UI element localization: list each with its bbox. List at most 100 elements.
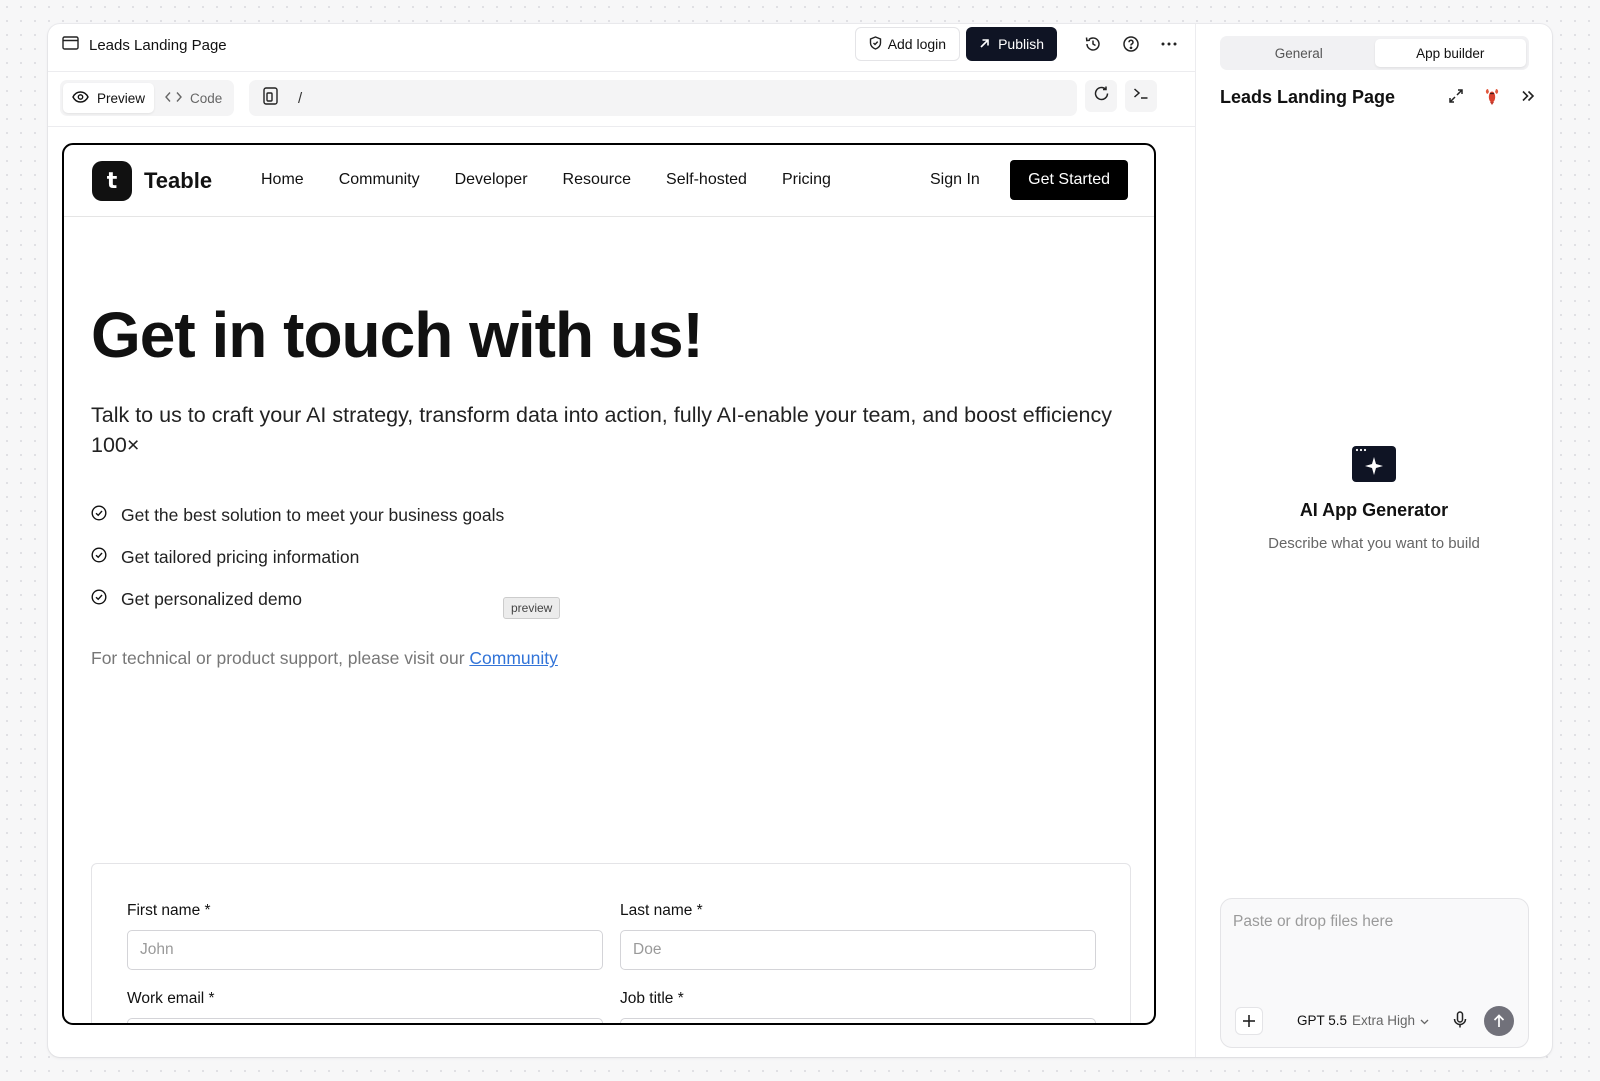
device-icon[interactable]	[263, 87, 278, 109]
help-icon[interactable]	[1115, 28, 1147, 60]
prompt-composer: GPT 5.5 Extra High	[1220, 898, 1529, 1048]
url-bar[interactable]: /	[249, 80, 1077, 116]
send-button[interactable]	[1484, 1006, 1514, 1036]
hero-title: Get in touch with us!	[91, 299, 704, 371]
view-switcher: Preview Code	[60, 80, 235, 116]
chevrons-right-icon[interactable]	[1516, 84, 1540, 108]
ai-empty-state: AI App Generator Describe what you want …	[1196, 446, 1552, 552]
logo-text: Teable	[144, 168, 213, 193]
preview-frame: t Teable Home Community Developer Resour…	[62, 143, 1156, 1025]
publish-label: Publish	[998, 36, 1044, 52]
add-login-label: Add login	[887, 36, 947, 52]
work-email-field: Work email *	[127, 990, 603, 1023]
nav-link-resource[interactable]: Resource	[563, 171, 631, 189]
first-name-input[interactable]	[127, 930, 603, 970]
lobster-icon[interactable]	[1480, 84, 1504, 108]
check-circle-icon	[91, 589, 107, 610]
last-name-input[interactable]	[620, 930, 1096, 970]
preview-tooltip: preview	[503, 597, 561, 619]
tab-app-builder[interactable]: App builder	[1374, 39, 1526, 67]
work-email-label: Work email *	[127, 990, 215, 1007]
shield-icon	[869, 35, 882, 53]
model-name: GPT 5.5	[1297, 1013, 1348, 1028]
model-selector[interactable]: GPT 5.5 Extra High	[1297, 1013, 1429, 1028]
prompt-input[interactable]	[1233, 913, 1519, 983]
benefit-item: Get personalized demo	[91, 578, 1131, 620]
site-navbar: t Teable Home Community Developer Resour…	[64, 145, 1154, 217]
last-name-field: Last name *	[620, 902, 1096, 970]
ai-generator-icon	[1352, 446, 1396, 482]
sign-in-link[interactable]: Sign In	[930, 171, 980, 189]
community-link[interactable]: Community	[469, 648, 558, 668]
work-email-input[interactable]	[127, 1018, 603, 1023]
preview-tab[interactable]: Preview	[63, 83, 155, 113]
job-title-field: Job title *	[620, 990, 1096, 1023]
job-title-input[interactable]	[620, 1018, 1096, 1023]
preview-toolbar: Preview Code /	[48, 72, 1195, 127]
first-name-field: First name *	[127, 902, 603, 970]
builder-panel: General App builder Leads Landing Page A…	[1196, 24, 1552, 1057]
top-bar: Leads Landing Page Add login Publish	[48, 24, 1195, 72]
page-title-wrap: Leads Landing Page	[62, 36, 227, 54]
history-icon[interactable]	[1077, 28, 1109, 60]
panel-title: Leads Landing Page	[1220, 87, 1396, 107]
nav-link-pricing[interactable]: Pricing	[782, 171, 831, 189]
plus-icon	[1243, 1015, 1255, 1027]
eye-icon	[72, 90, 89, 106]
code-icon	[165, 91, 182, 106]
route-text: /	[298, 89, 303, 107]
get-started-button[interactable]: Get Started	[1010, 160, 1128, 200]
terminal-button[interactable]	[1125, 80, 1157, 112]
code-tab[interactable]: Code	[156, 83, 231, 113]
job-title-label: Job title *	[620, 990, 684, 1007]
logo-mark: t	[92, 161, 132, 201]
contact-form: First name * Last name * Work email * Jo…	[91, 863, 1131, 1023]
expand-icon[interactable]	[1444, 84, 1468, 108]
refresh-button[interactable]	[1085, 80, 1117, 112]
code-label: Code	[190, 90, 223, 106]
tab-general[interactable]: General	[1223, 39, 1375, 67]
ai-description: Describe what you want to build	[1268, 535, 1480, 552]
benefit-list: Get the best solution to meet your busin…	[91, 494, 1131, 620]
top-actions: Add login Publish	[854, 27, 1185, 61]
add-attachment-button[interactable]	[1235, 1007, 1263, 1035]
terminal-icon	[1133, 87, 1149, 105]
model-effort: Extra High	[1352, 1013, 1416, 1028]
benefit-item: Get tailored pricing information	[91, 536, 1131, 578]
preview-label: Preview	[97, 90, 146, 106]
benefit-text: Get tailored pricing information	[121, 546, 360, 567]
ai-title: AI App Generator	[1299, 500, 1449, 520]
add-login-button[interactable]: Add login	[854, 27, 961, 61]
benefit-item: Get the best solution to meet your busin…	[91, 494, 1131, 536]
chevron-down-icon	[1420, 1013, 1429, 1028]
nav-link-self-hosted[interactable]: Self-hosted	[666, 171, 747, 189]
support-note: For technical or product support, please…	[91, 648, 1131, 669]
send-icon	[1493, 1014, 1505, 1027]
form-grid: First name * Last name * Work email * Jo…	[127, 902, 1096, 1023]
check-circle-icon	[91, 547, 107, 568]
check-circle-icon	[91, 505, 107, 526]
more-icon[interactable]	[1153, 28, 1185, 60]
hero-subtitle: Talk to us to craft your AI strategy, tr…	[91, 403, 1112, 458]
first-name-label: First name *	[127, 902, 211, 919]
site-nav-links: Home Community Developer Resource Self-h…	[261, 171, 831, 189]
app-window: Leads Landing Page Add login Publish Pre…	[48, 24, 1552, 1057]
site-logo[interactable]: t Teable	[92, 161, 212, 201]
nav-link-home[interactable]: Home	[261, 171, 304, 189]
window-icon	[62, 36, 79, 54]
nav-link-community[interactable]: Community	[339, 171, 420, 189]
publish-button[interactable]: Publish	[966, 27, 1057, 61]
arrow-up-right-icon	[979, 36, 990, 52]
hero-section: Get in touch with us! Talk to us to craf…	[91, 300, 1131, 669]
nav-link-developer[interactable]: Developer	[455, 171, 528, 189]
refresh-icon	[1093, 85, 1110, 107]
benefit-text: Get personalized demo	[121, 588, 302, 609]
support-text: For technical or product support, please…	[91, 648, 470, 669]
panel-actions	[1444, 84, 1540, 108]
benefit-text: Get the best solution to meet your busin…	[121, 504, 505, 525]
page-title: Leads Landing Page	[89, 36, 227, 54]
panel-tabs: General App builder	[1220, 36, 1529, 70]
editor-pane: Leads Landing Page Add login Publish Pre…	[48, 24, 1196, 1057]
mic-icon[interactable]	[1453, 1011, 1467, 1034]
last-name-label: Last name *	[620, 902, 703, 919]
